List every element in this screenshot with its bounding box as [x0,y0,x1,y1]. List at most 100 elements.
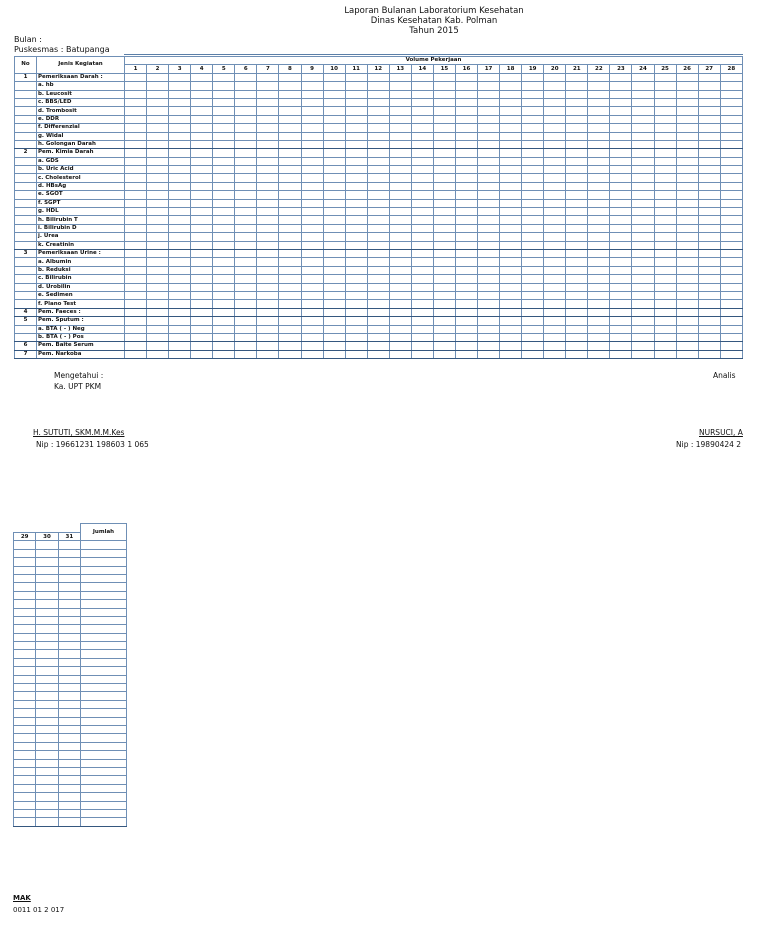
volume-cell[interactable] [432,332,456,343]
volume-cell[interactable] [587,265,611,276]
volume-cell[interactable] [168,165,192,175]
volume-cell[interactable] [344,316,368,326]
volume-cell[interactable] [432,223,456,234]
volume-cell[interactable] [499,198,523,209]
volume-cell[interactable] [675,290,699,301]
volume-cell[interactable] [388,131,412,141]
volume-cell[interactable] [168,190,192,200]
volume-cell[interactable] [388,240,412,251]
volume-cell[interactable] [476,72,501,83]
volume-cell[interactable] [587,207,611,217]
jumlah-cell[interactable] [80,582,127,592]
volume-cell[interactable] [631,181,655,192]
volume-cell[interactable] [499,165,523,175]
volume-cell[interactable] [146,123,170,133]
volume-cell[interactable] [432,106,456,116]
volume-cell[interactable] [322,190,346,200]
volume-cell[interactable] [344,232,368,242]
volume-cell[interactable] [35,624,59,634]
volume-cell[interactable] [300,257,324,267]
volume-cell[interactable] [631,131,655,141]
jumlah-cell[interactable] [80,792,127,802]
volume-cell[interactable] [168,341,192,351]
volume-cell[interactable] [454,97,479,108]
volume-cell[interactable] [543,223,567,234]
volume-cell[interactable] [432,265,456,276]
volume-cell[interactable] [190,332,214,343]
volume-cell[interactable] [278,257,302,267]
volume-cell[interactable] [675,240,699,251]
volume-cell[interactable] [35,540,59,550]
volume-cell[interactable] [322,316,346,326]
volume-cell[interactable] [565,257,589,267]
volume-cell[interactable] [719,131,744,141]
volume-cell[interactable] [344,106,368,116]
volume-cell[interactable] [653,274,677,284]
volume-cell[interactable] [146,190,170,200]
volume-cell[interactable] [521,316,545,326]
volume-cell[interactable] [454,114,479,125]
volume-cell[interactable] [675,139,699,150]
volume-cell[interactable] [719,274,744,284]
volume-cell[interactable] [57,666,82,676]
volume-cell[interactable] [366,89,390,99]
volume-cell[interactable] [631,290,655,301]
volume-cell[interactable] [322,81,346,91]
volume-cell[interactable] [256,299,280,309]
volume-cell[interactable] [675,173,699,183]
volume-cell[interactable] [57,817,82,827]
volume-cell[interactable] [256,248,280,259]
volume-cell[interactable] [12,565,37,575]
volume-cell[interactable] [278,207,302,217]
volume-cell[interactable] [521,139,545,150]
volume-cell[interactable] [123,248,148,259]
volume-cell[interactable] [366,165,390,175]
volume-cell[interactable] [697,148,721,158]
volume-cell[interactable] [234,282,258,292]
volume-cell[interactable] [123,316,148,326]
volume-cell[interactable] [543,299,567,309]
volume-cell[interactable] [123,349,148,360]
volume-cell[interactable] [256,274,280,284]
volume-cell[interactable] [675,72,699,83]
volume-cell[interactable] [190,89,214,99]
volume-cell[interactable] [587,332,611,343]
volume-cell[interactable] [410,198,434,209]
volume-cell[interactable] [565,332,589,343]
volume-cell[interactable] [300,232,324,242]
volume-cell[interactable] [57,607,82,617]
volume-cell[interactable] [300,190,324,200]
volume-cell[interactable] [719,248,744,259]
volume-cell[interactable] [168,139,192,150]
volume-cell[interactable] [719,198,744,209]
volume-cell[interactable] [675,215,699,225]
volume-cell[interactable] [146,173,170,183]
volume-cell[interactable] [454,148,479,158]
volume-cell[interactable] [454,290,479,301]
volume-cell[interactable] [587,341,611,351]
volume-cell[interactable] [146,156,170,167]
volume-cell[interactable] [146,274,170,284]
volume-cell[interactable] [675,190,699,200]
volume-cell[interactable] [476,257,501,267]
volume-cell[interactable] [57,599,82,609]
volume-cell[interactable] [300,265,324,276]
volume-cell[interactable] [234,165,258,175]
jumlah-cell[interactable] [80,691,127,701]
volume-cell[interactable] [653,156,677,167]
volume-cell[interactable] [344,307,368,318]
volume-cell[interactable] [388,290,412,301]
volume-cell[interactable] [565,106,589,116]
volume-cell[interactable] [388,257,412,267]
volume-cell[interactable] [344,207,368,217]
volume-cell[interactable] [499,316,523,326]
volume-cell[interactable] [697,215,721,225]
volume-cell[interactable] [410,207,434,217]
volume-cell[interactable] [432,248,456,259]
volume-cell[interactable] [388,89,412,99]
volume-cell[interactable] [587,240,611,251]
volume-cell[interactable] [168,123,192,133]
volume-cell[interactable] [168,215,192,225]
volume-cell[interactable] [565,139,589,150]
volume-cell[interactable] [631,332,655,343]
